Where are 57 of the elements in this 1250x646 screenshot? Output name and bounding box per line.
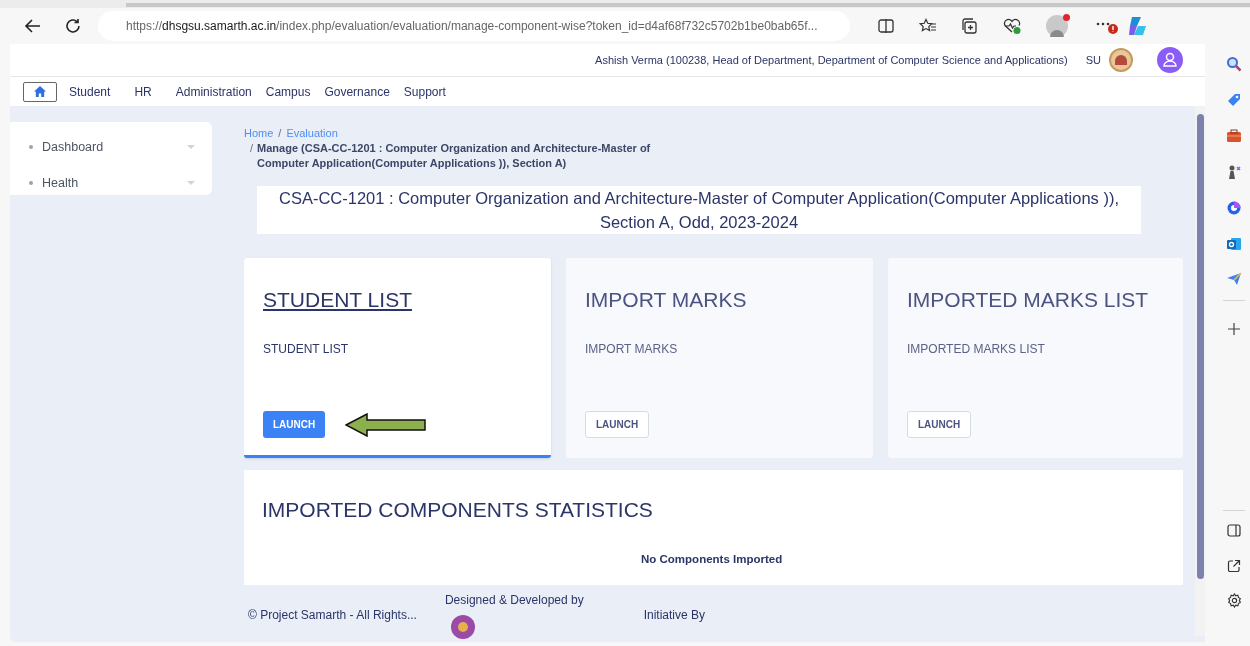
settings-icon[interactable] bbox=[1226, 593, 1242, 608]
nav-link[interactable]: Support bbox=[403, 82, 446, 101]
breadcrumb-separator: / bbox=[278, 126, 282, 141]
copyright-text: © Project Samarth - All Rights... bbox=[248, 607, 417, 624]
app-circle-icon[interactable] bbox=[1226, 200, 1242, 216]
sidebar-item[interactable]: Dashboard bbox=[10, 129, 212, 165]
card-description: STUDENT LIST bbox=[263, 340, 350, 358]
mail-app-icon[interactable] bbox=[1226, 236, 1242, 252]
launch-button[interactable]: LAUNCH bbox=[263, 411, 326, 438]
sidebar-panel-icon[interactable] bbox=[1227, 524, 1241, 537]
caret-icon bbox=[187, 144, 195, 150]
tag-icon[interactable] bbox=[1226, 92, 1242, 108]
caret-icon bbox=[187, 180, 195, 186]
card-title[interactable]: IMPORTED MARKS LIST bbox=[907, 284, 1183, 316]
search-icon[interactable] bbox=[1226, 56, 1242, 72]
course-title: CSA-CC-1201 : Computer Organization and Architecture-Master of Computer Application(Computer Applications )), Section A, Odd, 2023-2024 bbox=[277, 188, 1120, 233]
collections-icon[interactable] bbox=[960, 17, 978, 35]
address-bar[interactable]: https://dhsgsu.samarth.ac.in/index.php/evaluation/evaluation/manage-component-wise?token_id=d4af68f732c5702b1be0bab65f... bbox=[98, 11, 850, 41]
breadcrumb-current: Manage (CSA-CC-1201 : Computer Organization and Architecture-Master of Computer Application(Computer Applications )), Section A) bbox=[257, 141, 652, 171]
nav-link[interactable]: Governance bbox=[324, 82, 390, 101]
user-info: Ashish Verma (100238, Head of Department, Department of Computer Science and Applications) bbox=[595, 52, 1068, 68]
profile-avatar[interactable] bbox=[1046, 15, 1068, 37]
paper-plane-icon[interactable] bbox=[1226, 272, 1242, 286]
back-icon[interactable] bbox=[24, 17, 42, 35]
copilot-icon[interactable] bbox=[1126, 15, 1148, 37]
split-screen-icon[interactable] bbox=[878, 18, 894, 34]
nav-link[interactable]: Administration bbox=[175, 82, 252, 101]
home-icon bbox=[34, 86, 46, 97]
developer-logo bbox=[450, 615, 475, 639]
card-description: IMPORTED MARKS LIST bbox=[907, 340, 1046, 358]
reload-icon[interactable] bbox=[64, 17, 82, 35]
briefcase-icon[interactable] bbox=[1226, 128, 1242, 144]
breadcrumb-separator: / bbox=[250, 141, 254, 156]
home-button[interactable] bbox=[23, 81, 57, 102]
sidebar-item[interactable]: Health bbox=[10, 165, 212, 201]
favorites-icon[interactable] bbox=[919, 18, 937, 34]
user-avatar-icon[interactable] bbox=[1157, 47, 1183, 73]
scrollbar[interactable] bbox=[1195, 106, 1205, 636]
launch-button[interactable]: LAUNCH bbox=[907, 411, 972, 438]
empty-message: No Components Imported bbox=[641, 551, 784, 567]
nav-link[interactable]: Student bbox=[69, 82, 111, 101]
card-description: IMPORT MARKS bbox=[585, 340, 679, 358]
url-text: https://dhsgsu.samarth.ac.in/index.php/evaluation/evaluation/manage-component-wise?token_id=d4af68f732c5702b1be0bab65f... bbox=[126, 18, 818, 35]
designed-by-text: Designed & Developed by bbox=[444, 592, 584, 609]
heart-pulse-icon[interactable] bbox=[1002, 17, 1022, 35]
chess-piece-icon[interactable] bbox=[1226, 164, 1242, 180]
nav-link[interactable]: HR bbox=[134, 82, 152, 101]
nav-link[interactable]: Campus bbox=[265, 82, 311, 101]
initiative-by-text: Initiative By bbox=[643, 607, 706, 624]
add-icon[interactable] bbox=[1227, 322, 1241, 336]
launch-button[interactable]: LAUNCH bbox=[585, 411, 650, 438]
external-link-icon[interactable] bbox=[1227, 559, 1241, 573]
role-label: SU bbox=[1085, 52, 1101, 68]
card-title[interactable]: STUDENT LIST bbox=[263, 284, 551, 316]
statistics-title: IMPORTED COMPONENTS STATISTICS bbox=[262, 497, 654, 523]
university-logo bbox=[1109, 48, 1133, 72]
card-title[interactable]: IMPORT MARKS bbox=[585, 284, 873, 316]
